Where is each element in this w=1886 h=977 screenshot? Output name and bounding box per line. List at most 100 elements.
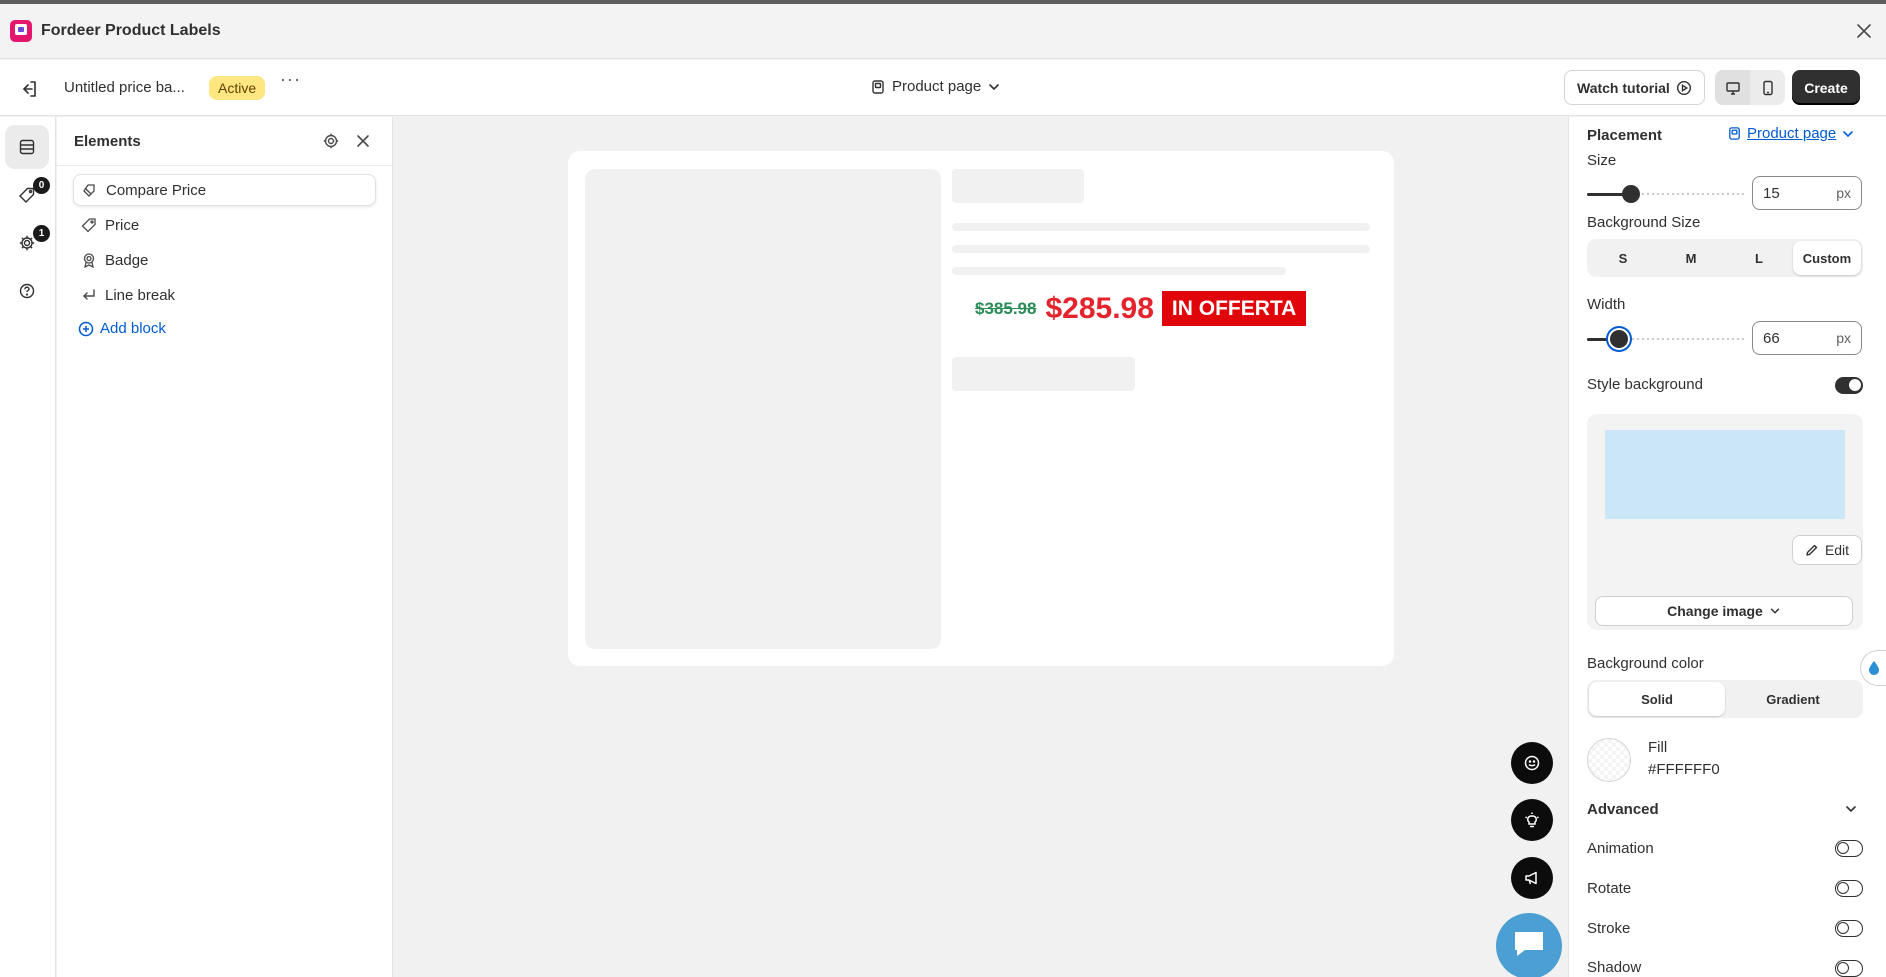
pencil-icon: [1806, 544, 1818, 556]
rail-help-button[interactable]: [5, 269, 49, 313]
stroke-label: Stroke: [1587, 920, 1631, 937]
bg-size-custom[interactable]: Custom: [1793, 241, 1861, 275]
more-actions-icon[interactable]: ···: [280, 70, 302, 95]
settings-panel: Placement Product page Size 15 px Backgr…: [1568, 117, 1886, 977]
style-background-toggle[interactable]: [1835, 377, 1863, 394]
background-size-label: Background Size: [1587, 214, 1701, 231]
element-price[interactable]: Price: [73, 209, 376, 241]
placement-value: Product page: [1747, 125, 1837, 142]
fill-value[interactable]: #FFFFFF0: [1648, 761, 1720, 778]
megaphone-icon: [1525, 871, 1537, 885]
element-label: Line break: [105, 286, 176, 304]
chevron-down-icon[interactable]: [1844, 802, 1858, 816]
desktop-view-icon[interactable]: [1715, 70, 1750, 105]
animation-label: Animation: [1587, 840, 1654, 857]
background-image-preview: [1605, 430, 1845, 519]
lightbulb-icon: [1525, 812, 1539, 828]
width-unit: px: [1836, 330, 1851, 346]
document-title[interactable]: Untitled price ba...: [64, 79, 185, 96]
width-input[interactable]: 66 px: [1752, 321, 1862, 355]
bg-size-l[interactable]: L: [1725, 241, 1793, 275]
chevron-down-icon: [1770, 608, 1780, 614]
watch-tutorial-label: Watch tutorial: [1577, 79, 1670, 96]
page-selector[interactable]: Product page: [870, 78, 1001, 95]
edit-background-button[interactable]: Edit: [1792, 535, 1862, 565]
text-line-placeholder: [952, 267, 1286, 275]
product-image-placeholder: [585, 169, 941, 649]
bg-color-gradient[interactable]: Gradient: [1725, 682, 1861, 716]
create-button[interactable]: Create: [1792, 70, 1860, 105]
compare-price-icon: [83, 184, 95, 197]
element-line-break[interactable]: Line break: [73, 279, 376, 311]
line-break-icon: [83, 289, 95, 300]
close-panel-icon[interactable]: [348, 126, 378, 156]
page-icon: [1729, 127, 1740, 140]
change-image-label: Change image: [1667, 603, 1763, 619]
element-label: Price: [105, 216, 140, 234]
price-label-preview[interactable]: $385.98 $285.98 IN OFFERTA: [972, 291, 1307, 326]
width-label: Width: [1587, 296, 1626, 313]
element-label: Compare Price: [106, 181, 207, 199]
stroke-toggle[interactable]: [1835, 920, 1863, 937]
fill-color-swatch[interactable]: [1587, 738, 1631, 782]
sale-price-text[interactable]: $285.98: [1045, 292, 1153, 326]
app-title: Fordeer Product Labels: [41, 22, 221, 39]
fill-label: Fill: [1648, 739, 1668, 756]
style-background-label: Style background: [1587, 376, 1703, 393]
title-placeholder: [952, 169, 1084, 203]
text-line-placeholder: [952, 223, 1370, 231]
elements-list: Compare Price Price Badge Line break Add…: [57, 166, 392, 345]
page-icon: [872, 79, 884, 94]
size-input[interactable]: 15 px: [1752, 176, 1862, 210]
announcements-fab[interactable]: [1511, 857, 1553, 899]
bg-size-m[interactable]: M: [1657, 241, 1725, 275]
advanced-label[interactable]: Advanced: [1587, 801, 1659, 818]
editor-toolbar: Untitled price ba... Active ··· Product …: [0, 60, 1886, 116]
layout-icon: [19, 139, 35, 155]
app-title-bar: Fordeer Product Labels: [0, 4, 1886, 59]
chevron-down-icon: [1843, 130, 1854, 137]
badge-icon: [83, 253, 95, 268]
element-badge[interactable]: Badge: [73, 244, 376, 276]
panel-settings-icon[interactable]: [316, 126, 346, 156]
chat-fab[interactable]: [1496, 913, 1562, 977]
size-unit: px: [1836, 185, 1851, 201]
close-icon[interactable]: [1854, 21, 1874, 41]
width-slider-thumb[interactable]: [1610, 330, 1628, 348]
compare-price-text[interactable]: $385.98: [975, 299, 1036, 319]
exit-editor-icon[interactable]: [18, 78, 40, 100]
chevron-down-icon: [989, 83, 1000, 90]
smile-icon: [1524, 755, 1540, 771]
plus-circle-icon: [78, 321, 94, 336]
rotate-label: Rotate: [1587, 880, 1632, 897]
ideas-fab[interactable]: [1511, 799, 1553, 841]
bg-size-s[interactable]: S: [1589, 241, 1657, 275]
animation-toggle[interactable]: [1835, 840, 1863, 857]
add-block-button[interactable]: Add block: [73, 320, 376, 337]
size-value: 15: [1763, 184, 1780, 202]
mobile-view-icon[interactable]: [1750, 70, 1785, 105]
left-rail: 0 1: [0, 117, 56, 977]
background-size-selector: S M L Custom: [1587, 239, 1863, 277]
watch-tutorial-button[interactable]: Watch tutorial: [1564, 70, 1705, 105]
bg-color-solid[interactable]: Solid: [1589, 682, 1725, 716]
play-icon: [1676, 80, 1691, 95]
edit-label: Edit: [1824, 542, 1850, 558]
elements-panel-title: Elements: [74, 132, 141, 150]
placement-dropdown[interactable]: Product page: [1727, 125, 1855, 142]
feedback-fab[interactable]: [1511, 742, 1553, 784]
product-preview-card: $385.98 $285.98 IN OFFERTA: [568, 151, 1394, 666]
element-compare-price[interactable]: Compare Price: [73, 174, 376, 206]
offer-badge[interactable]: IN OFFERTA: [1161, 291, 1307, 326]
app-logo-icon: [10, 20, 32, 42]
rail-elements-button[interactable]: [5, 125, 49, 169]
rotate-toggle[interactable]: [1835, 880, 1863, 897]
rail-labels-button[interactable]: 0: [5, 173, 50, 217]
button-placeholder: [952, 357, 1135, 391]
rail-settings-button[interactable]: 1: [5, 221, 50, 265]
placement-label: Placement: [1587, 127, 1663, 144]
shadow-toggle[interactable]: [1835, 960, 1863, 977]
background-color-mode: Solid Gradient: [1587, 680, 1863, 718]
change-image-button[interactable]: Change image: [1595, 596, 1853, 626]
size-slider-thumb[interactable]: [1622, 185, 1640, 203]
